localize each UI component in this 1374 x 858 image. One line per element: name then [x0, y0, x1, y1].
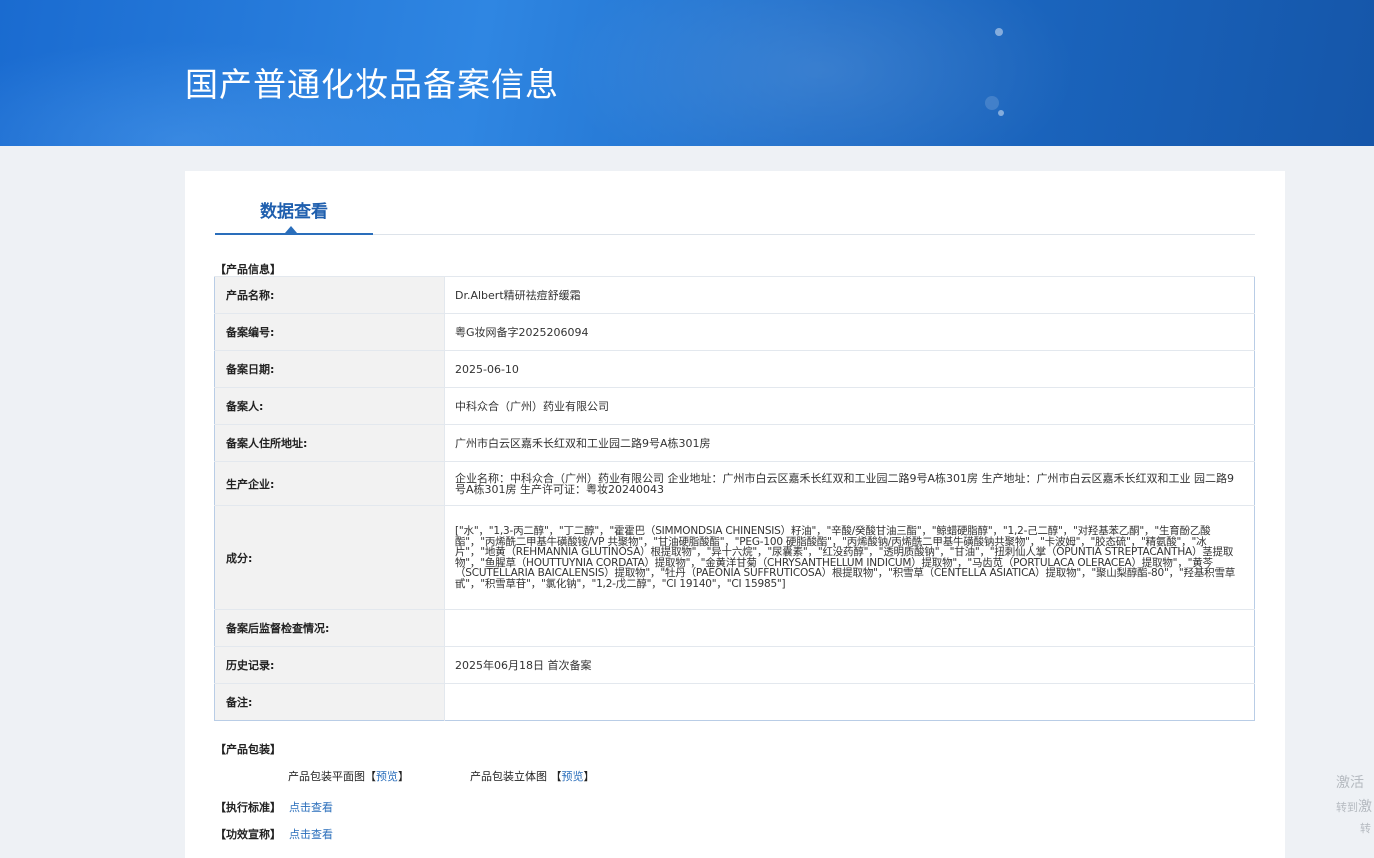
row-value: ["水"，"1,3-丙二醇"，"丁二醇"，"霍霍巴（SIMMONDSIA CHI… [444, 505, 1255, 610]
bracket: 【 [365, 770, 376, 783]
row-value: 粤G妆网备字2025206094 [444, 313, 1255, 351]
row-key: 生产企业: [214, 461, 445, 506]
table-row: 生产企业: 企业名称：中科众合（广州）药业有限公司 企业地址：广州市白云区嘉禾长… [214, 461, 1255, 506]
header-banner: 国产普通化妆品备案信息 [0, 0, 1374, 146]
banner-dot [985, 96, 999, 110]
row-key: 备注: [214, 683, 445, 721]
standard-view-link[interactable]: 点击查看 [289, 801, 333, 814]
table-row: 备案人: 中科众合（广州）药业有限公司 [214, 387, 1255, 425]
row-key: 备案后监督检查情况: [214, 609, 445, 647]
row-key: 成分: [214, 505, 445, 610]
product-info-table: 产品名称: Dr.Albert精研祛痘舒缓霜 备案编号: 粤G妆网备字20252… [214, 276, 1255, 721]
solid-preview-link[interactable]: 预览 [562, 770, 584, 783]
standard-label: 【执行标准】 [215, 801, 281, 814]
row-value: 2025-06-10 [444, 350, 1255, 388]
table-row: 备案人住所地址: 广州市白云区嘉禾长红双和工业园二路9号A栋301房 [214, 424, 1255, 462]
row-key: 备案日期: [214, 350, 445, 388]
row-key: 备案编号: [214, 313, 445, 351]
bracket: 【 [550, 770, 562, 783]
table-row: 产品名称: Dr.Albert精研祛痘舒缓霜 [214, 276, 1255, 314]
row-key: 历史记录: [214, 646, 445, 684]
row-key: 产品名称: [214, 276, 445, 314]
activation-watermark: 转 [1360, 822, 1371, 835]
banner-dot [995, 28, 1003, 36]
row-value: 2025年06月18日 首次备案 [444, 646, 1255, 684]
table-row: 成分: ["水"，"1,3-丙二醇"，"丁二醇"，"霍霍巴（SIMMONDSIA… [214, 505, 1255, 610]
tab-bar: 数据查看 [215, 171, 1255, 235]
banner-glow [560, 0, 1080, 146]
row-value: Dr.Albert精研祛痘舒缓霜 [444, 276, 1255, 314]
activation-watermark: 转到激 [1336, 796, 1372, 816]
row-value: 中科众合（广州）药业有限公司 [444, 387, 1255, 425]
row-value [444, 609, 1255, 647]
efficacy-label: 【功效宣称】 [215, 828, 281, 841]
page-title: 国产普通化妆品备案信息 [185, 65, 559, 104]
bracket: 】 [398, 770, 409, 783]
row-value [444, 683, 1255, 721]
packaging-heading: 【产品包装】 [215, 743, 281, 756]
tab-data-view[interactable]: 数据查看 [215, 171, 373, 235]
banner-dot [998, 110, 1004, 116]
standard-line: 【执行标准】 点击查看 [215, 799, 333, 815]
row-value: 广州市白云区嘉禾长红双和工业园二路9号A栋301房 [444, 424, 1255, 462]
watermark-text: 激 [1358, 799, 1372, 815]
product-info-heading: 【产品信息】 [215, 263, 281, 276]
package-solid-item: 产品包装立体图 【预览】 [470, 768, 595, 784]
package-flat-item: 产品包装平面图【预览】 [288, 768, 409, 784]
table-row: 备案日期: 2025-06-10 [214, 350, 1255, 388]
table-row: 历史记录: 2025年06月18日 首次备案 [214, 646, 1255, 684]
row-value: 企业名称：中科众合（广州）药业有限公司 企业地址：广州市白云区嘉禾长红双和工业园… [444, 461, 1255, 506]
row-key: 备案人住所地址: [214, 424, 445, 462]
content-panel: 数据查看 【产品信息】 产品名称: Dr.Albert精研祛痘舒缓霜 备案编号:… [185, 171, 1285, 858]
table-row: 备注: [214, 683, 1255, 721]
caret-up-icon [285, 226, 297, 233]
table-row: 备案后监督检查情况: [214, 609, 1255, 647]
table-row: 备案编号: 粤G妆网备字2025206094 [214, 313, 1255, 351]
package-solid-label: 产品包装立体图 [470, 770, 547, 783]
watermark-text: 转到 [1336, 801, 1358, 814]
efficacy-line: 【功效宣称】 点击查看 [215, 826, 333, 842]
activation-watermark: 激活 [1336, 775, 1364, 791]
bracket: 】 [583, 770, 595, 783]
package-flat-label: 产品包装平面图 [288, 770, 365, 783]
row-key: 备案人: [214, 387, 445, 425]
tab-label: 数据查看 [260, 202, 328, 222]
efficacy-view-link[interactable]: 点击查看 [289, 828, 333, 841]
flat-preview-link[interactable]: 预览 [376, 770, 398, 783]
